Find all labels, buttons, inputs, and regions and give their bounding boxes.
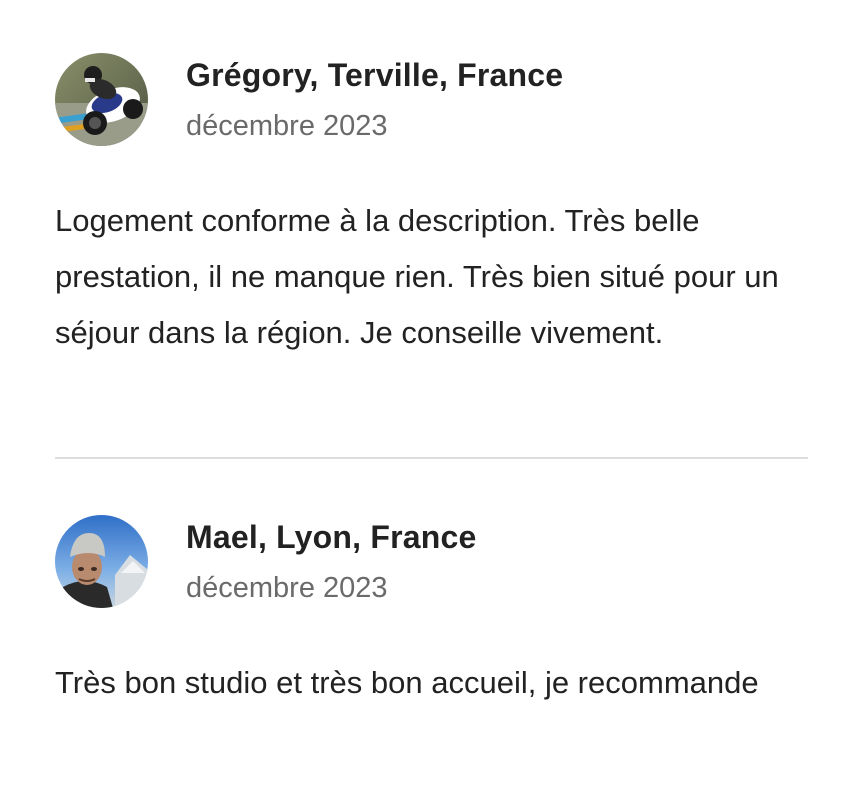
person-portrait-photo-icon bbox=[55, 515, 148, 608]
avatar[interactable] bbox=[55, 53, 148, 146]
author-block: Mael, Lyon, France décembre 2023 bbox=[186, 517, 477, 607]
motorcycle-rider-photo-icon bbox=[55, 53, 148, 146]
avatar[interactable] bbox=[55, 515, 148, 608]
review-divider bbox=[55, 457, 808, 459]
review-date: décembre 2023 bbox=[186, 571, 388, 604]
reviewer-name[interactable]: Grégory, Terville, France bbox=[186, 55, 563, 95]
review-header: Grégory, Terville, France décembre 2023 bbox=[55, 53, 808, 146]
review-date: décembre 2023 bbox=[186, 109, 388, 142]
review-text: Très bon studio et très bon accueil, je … bbox=[55, 665, 759, 700]
review-text: Logement conforme à la description. Très… bbox=[55, 203, 779, 350]
review-header: Mael, Lyon, France décembre 2023 bbox=[55, 515, 808, 608]
review-item: Grégory, Terville, France décembre 2023 … bbox=[55, 53, 808, 361]
author-block: Grégory, Terville, France décembre 2023 bbox=[186, 55, 563, 145]
reviewer-name[interactable]: Mael, Lyon, France bbox=[186, 517, 477, 557]
review-item: Mael, Lyon, France décembre 2023 Très bo… bbox=[55, 515, 808, 711]
